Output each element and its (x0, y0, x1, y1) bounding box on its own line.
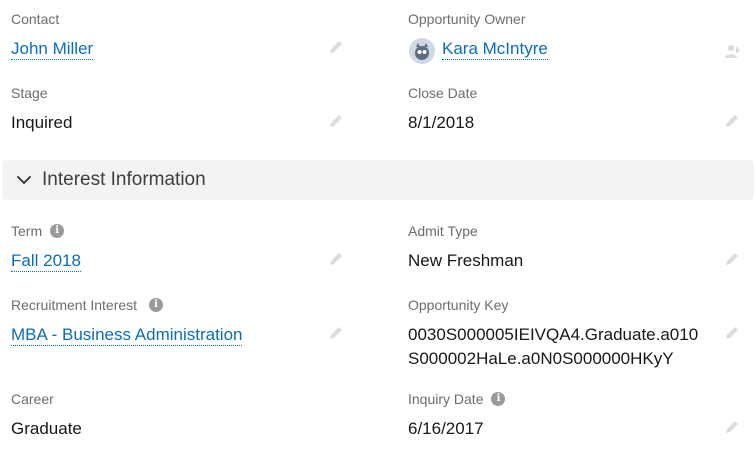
opportunity-key-label-text: Opportunity Key (408, 297, 509, 313)
recruitment-interest-link[interactable]: MBA - Business Administration (11, 325, 243, 346)
close-date-value: 8/1/2018 (408, 113, 475, 132)
edit-recruitment-interest-icon[interactable] (327, 324, 345, 342)
contact-link[interactable]: John Miller (11, 39, 94, 60)
interest-information-section-header[interactable]: Interest Information (2, 160, 754, 200)
owner-avatar (409, 38, 435, 64)
recruitment-interest-label: Recruitment Interest i (11, 297, 164, 313)
owner-value: Kara McIntyre (442, 37, 548, 61)
contact-value: John Miller (11, 37, 94, 61)
edit-opportunity-key-icon[interactable] (723, 324, 741, 342)
opportunity-key-label: Opportunity Key (408, 297, 508, 313)
owner-label-text: Opportunity Owner (408, 11, 526, 27)
career-label: Career (11, 391, 54, 407)
stage-label-text: Stage (11, 85, 48, 101)
inquiry-date-label-text: Inquiry Date (408, 391, 484, 407)
opportunity-key-line2: S000002HaLe.a0N0S000000HKyY (408, 349, 674, 368)
change-owner-icon[interactable] (723, 42, 741, 60)
edit-contact-icon[interactable] (327, 38, 345, 56)
term-label: Term i (11, 223, 65, 239)
edit-term-icon[interactable] (327, 250, 345, 268)
stage-value: Inquired (11, 113, 73, 132)
recruitment-interest-info-icon[interactable]: i (149, 298, 164, 312)
career-value: Graduate (11, 419, 82, 438)
close-date-label: Close Date (408, 85, 477, 101)
owner-label: Opportunity Owner (408, 11, 526, 27)
chevron-down-icon (17, 176, 31, 185)
edit-close-date-icon[interactable] (723, 112, 741, 130)
edit-inquiry-date-icon[interactable] (723, 418, 741, 436)
term-label-text: Term (11, 223, 43, 239)
term-info-icon[interactable]: i (50, 224, 65, 238)
term-value: Fall 2018 (11, 249, 81, 273)
inquiry-date-info-icon[interactable]: i (491, 392, 506, 406)
stage-label: Stage (11, 85, 48, 101)
owner-avatar-icon (409, 38, 435, 64)
contact-label-text: Contact (11, 11, 60, 27)
edit-stage-icon[interactable] (327, 112, 345, 130)
term-link[interactable]: Fall 2018 (11, 251, 81, 272)
inquiry-date-label: Inquiry Date i (408, 391, 506, 407)
edit-admit-type-icon[interactable] (723, 250, 741, 268)
career-label-text: Career (11, 391, 54, 407)
admit-type-label: Admit Type (408, 223, 478, 239)
owner-link[interactable]: Kara McIntyre (442, 39, 548, 60)
inquiry-date-value: 6/16/2017 (408, 419, 484, 438)
admit-type-value: New Freshman (408, 251, 524, 270)
close-date-label-text: Close Date (408, 85, 478, 101)
section-title: Interest Information (42, 169, 206, 190)
opportunity-key-line1: 0030S000005IEIVQA4.Graduate.a010 (408, 325, 699, 344)
recruitment-interest-label-text: Recruitment Interest (11, 297, 138, 313)
admit-type-label-text: Admit Type (408, 223, 478, 239)
recruitment-interest-value: MBA - Business Administration (11, 323, 243, 347)
contact-label: Contact (11, 11, 59, 27)
